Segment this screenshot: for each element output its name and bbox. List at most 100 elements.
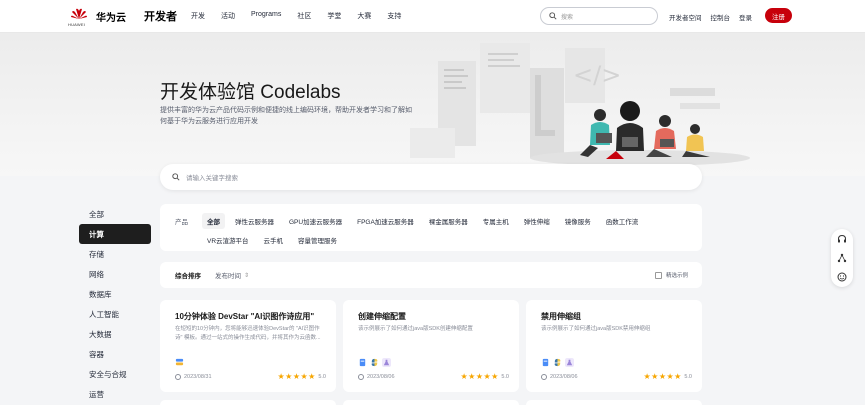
chip-capacity-management[interactable]: 容量管理服务 — [293, 232, 342, 248]
card-date: 2023/08/31 — [175, 374, 212, 380]
hero-banner: 开发体验馆 Codelabs 提供丰富的华为云产品代码示例和便捷的线上编码环境，… — [0, 33, 865, 176]
chip-bms[interactable]: 裸金属服务器 — [424, 213, 473, 229]
sidebar-item-compute[interactable]: 计算 — [79, 224, 151, 244]
flask-icon — [382, 358, 391, 367]
nav-item-support[interactable]: 支持 — [387, 11, 401, 21]
nav-item-contest[interactable]: 大赛 — [357, 11, 371, 21]
sidebar-item-all[interactable]: 全部 — [79, 204, 151, 224]
chip-vr-rendering[interactable]: VR云渲游平台 — [202, 232, 254, 248]
star-icon: ★ — [468, 372, 476, 381]
sidebar-item-operations[interactable]: 运营 — [79, 384, 151, 404]
star-icon: ★ — [658, 372, 666, 381]
sidebar-item-bigdata[interactable]: 大数据 — [79, 324, 151, 344]
sidebar-item-security[interactable]: 安全与合规 — [79, 364, 151, 384]
card-title[interactable]: 创建伸缩配置 — [358, 311, 406, 322]
smile-icon[interactable] — [836, 271, 848, 283]
codelab-card[interactable]: 创建伸缩配置 该示例展示了如何通过java版SDK创建伸缩配置 2023/08/… — [343, 300, 519, 392]
card-peek — [160, 400, 336, 405]
clock-icon — [175, 374, 181, 380]
database-icon — [175, 358, 184, 366]
sidebar-item-network[interactable]: 网络 — [79, 264, 151, 284]
chip-gpu[interactable]: GPU加速云服务器 — [284, 213, 347, 229]
featured-checkbox[interactable]: 精选示例 — [655, 271, 688, 279]
star-icon: ★ — [491, 372, 499, 381]
card-date-text: 2023/08/06 — [550, 374, 578, 380]
card-description: 该示例展示了如何通过java版SDK创建伸缩配置 — [358, 326, 473, 332]
sidebar-item-storage[interactable]: 存储 — [79, 244, 151, 264]
brand-name: 华为云 — [96, 12, 126, 24]
star-icon: ★ — [475, 372, 483, 381]
top-nav: 华为云 HUAWEI 开发者 开发 活动 Programs 社区 学堂 大赛 支… — [0, 0, 865, 33]
card-rating: ★ ★ ★ ★ ★ 5.0 — [460, 372, 509, 381]
console-link[interactable]: 控制台 — [711, 12, 731, 22]
star-icon: ★ — [277, 372, 285, 381]
card-description: 该示例展示了如何通过java版SDK禁用伸缩组 — [541, 326, 651, 332]
sort-comprehensive[interactable]: 综合排序 — [175, 270, 201, 280]
developer-title[interactable]: 开发者 — [144, 8, 177, 24]
chip-cloud-phone[interactable]: 云手机 — [259, 232, 289, 248]
card-product-icons — [541, 358, 577, 367]
star-icon: ★ — [460, 372, 468, 381]
star-icon: ★ — [308, 372, 316, 381]
share-icon[interactable] — [836, 252, 848, 264]
category-sidebar: 全部 计算 存储 网络 数据库 人工智能 大数据 容器 安全与合规 运营 — [79, 204, 151, 404]
developer-space-link[interactable]: 开发者空间 — [669, 12, 702, 22]
nav-item-academy[interactable]: 学堂 — [327, 11, 341, 21]
chip-fpga[interactable]: FPGA加速云服务器 — [352, 213, 419, 229]
star-icon: ★ — [651, 372, 659, 381]
page-title: 开发体验馆 Codelabs — [160, 82, 341, 103]
header-search-placeholder: 搜索 — [561, 14, 574, 21]
chip-all[interactable]: 全部 — [202, 213, 225, 229]
clock-icon — [358, 374, 364, 380]
chip-functiongraph[interactable]: 函数工作流 — [601, 213, 644, 229]
star-icon: ★ — [285, 372, 293, 381]
storage-icon — [542, 358, 549, 367]
sidebar-item-container[interactable]: 容器 — [79, 344, 151, 364]
sidebar-item-ai[interactable]: 人工智能 — [79, 304, 151, 324]
search-icon — [172, 173, 180, 181]
sidebar-item-database[interactable]: 数据库 — [79, 284, 151, 304]
storage-icon — [359, 358, 366, 367]
sort-publish-time[interactable]: 发布时间 — [215, 270, 241, 280]
card-date: 2023/08/06 — [358, 374, 395, 380]
codelab-search-input[interactable]: 请输入关键字搜索 — [160, 164, 702, 190]
floating-toolbar — [831, 229, 853, 287]
nav-item-activity[interactable]: 活动 — [221, 11, 235, 21]
product-filter: 产品 全部 弹性云服务器 GPU加速云服务器 FPGA加速云服务器 裸金属服务器… — [160, 204, 702, 251]
sort-icon[interactable]: ⇕ — [244, 272, 249, 279]
python-icon — [371, 358, 378, 367]
card-rating: ★ ★ ★ ★ ★ 5.0 — [277, 372, 326, 381]
svg-text:</>: </> — [573, 61, 621, 89]
card-peek — [343, 400, 519, 405]
sort-bar: 综合排序 发布时间 ⇕ 精选示例 — [160, 262, 702, 288]
header-search[interactable]: 搜索 — [540, 7, 658, 25]
flask-icon — [565, 358, 574, 367]
nav-item-develop[interactable]: 开发 — [191, 11, 205, 21]
clock-icon — [541, 374, 547, 380]
chip-autoscaling[interactable]: 弹性伸缩 — [519, 213, 555, 229]
star-icon: ★ — [674, 372, 682, 381]
card-date: 2023/08/06 — [541, 374, 578, 380]
nav-item-community[interactable]: 社区 — [297, 11, 311, 21]
product-chip-list: 全部 弹性云服务器 GPU加速云服务器 FPGA加速云服务器 裸金属服务器 专属… — [202, 213, 682, 251]
card-title[interactable]: 禁用伸缩组 — [541, 311, 581, 322]
headset-icon[interactable] — [836, 233, 848, 245]
python-icon — [554, 358, 561, 367]
chip-dedicated-host[interactable]: 专属主机 — [478, 213, 514, 229]
star-icon: ★ — [483, 372, 491, 381]
chip-ecs[interactable]: 弹性云服务器 — [230, 213, 279, 229]
codelab-card[interactable]: 10分钟体验 DevStar "AI识图作诗应用" 在短短的10分钟内，您将能够… — [160, 300, 336, 392]
checkbox-box[interactable] — [655, 271, 662, 279]
nav-item-programs[interactable]: Programs — [251, 11, 281, 21]
register-button[interactable]: 注册 — [765, 8, 792, 23]
huawei-wordmark: HUAWEI — [68, 22, 86, 27]
star-icon: ★ — [666, 372, 674, 381]
chip-image-service[interactable]: 镜像服务 — [560, 213, 596, 229]
star-icon: ★ — [292, 372, 300, 381]
product-filter-label: 产品 — [175, 219, 188, 226]
search-icon — [549, 12, 557, 20]
login-link[interactable]: 登录 — [739, 12, 752, 22]
hero-illustration: </> — [410, 43, 750, 166]
codelab-card[interactable]: 禁用伸缩组 该示例展示了如何通过java版SDK禁用伸缩组 2023/08/06… — [526, 300, 702, 392]
card-title[interactable]: 10分钟体验 DevStar "AI识图作诗应用" — [175, 311, 314, 322]
